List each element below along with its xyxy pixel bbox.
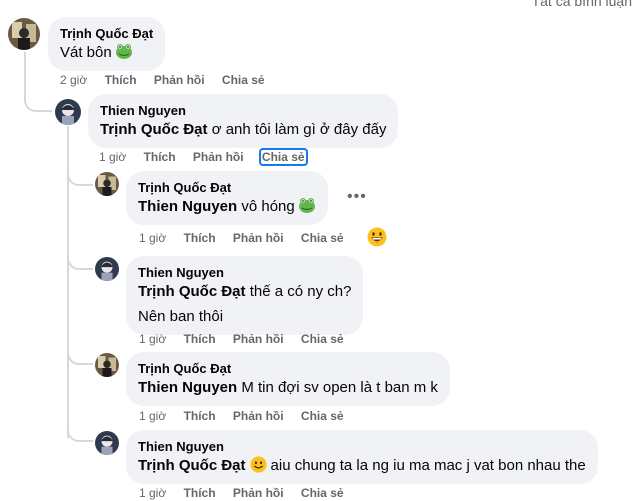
reply-button[interactable]: Phản hồi <box>233 231 284 245</box>
share-button[interactable]: Chia sẻ <box>301 231 344 245</box>
comment-timestamp: 1 giờ <box>139 409 167 423</box>
comment-text: Thien Nguyen M tin đợi sv open là t ban … <box>138 379 438 396</box>
comment-text-line-2: Nên ban thôi <box>138 308 224 325</box>
avatar-trinh-quoc-dat[interactable] <box>95 172 119 196</box>
comment-text: Trịnh Quốc Đạt ơ anh tôi làm gì ở đây đấ… <box>100 121 387 138</box>
like-button[interactable]: Thích <box>144 150 176 164</box>
comment-text: Trịnh Quốc Đạt aiu chung ta la ng iu ma m… <box>138 456 586 474</box>
share-button[interactable]: Chia sẻ <box>301 332 344 346</box>
comment-text: Trịnh Quốc Đạt thế a có ny ch? <box>138 283 352 300</box>
avatar-thien-nguyen[interactable] <box>95 431 119 455</box>
frog-emoji <box>298 196 316 214</box>
mention-link[interactable]: Trịnh Quốc Đạt <box>100 121 208 138</box>
comment-author[interactable]: Thien Nguyen <box>138 438 586 455</box>
share-button[interactable]: Chia sẻ <box>301 486 344 500</box>
share-button[interactable]: Chia sẻ <box>222 73 265 87</box>
comment-author[interactable]: Thien Nguyen <box>138 264 351 281</box>
avatar-trinh-quoc-dat[interactable] <box>8 18 40 50</box>
thread-connector <box>67 422 93 442</box>
like-button[interactable]: Thích <box>184 486 216 500</box>
like-button[interactable]: Thích <box>105 73 137 87</box>
comment-actions: 2 giờ Thích Phản hồi Chia sẻ <box>60 73 279 87</box>
thread-connector <box>67 250 93 270</box>
reply-button[interactable]: Phản hồi <box>154 73 205 87</box>
comment-bubble: Thien Nguyen Trịnh Quốc Đạt thế a có ny … <box>126 256 364 335</box>
avatar-thien-nguyen[interactable] <box>95 257 119 281</box>
comment-timestamp: 1 giờ <box>139 332 167 346</box>
mention-link[interactable]: Thien Nguyen <box>138 198 237 215</box>
comment-timestamp: 2 giờ <box>60 73 88 87</box>
thread-connector <box>24 90 52 112</box>
comment-text: Vát bôn <box>60 42 153 63</box>
comment-bubble: Trịnh Quốc Đạt Thien Nguyen vô hóng <box>126 171 328 225</box>
comment-timestamp: 1 giờ <box>99 150 127 164</box>
reply-button[interactable]: Phản hồi <box>193 150 244 164</box>
comment-bubble: Thien Nguyen Trịnh Quốc Đạt aiu chung ta … <box>126 430 598 484</box>
reply-button[interactable]: Phản hồi <box>233 486 284 500</box>
like-button[interactable]: Thích <box>184 332 216 346</box>
share-button[interactable]: Chia sẻ <box>301 409 344 423</box>
more-options-icon[interactable]: ••• <box>347 188 367 206</box>
mention-link[interactable]: Thien Nguyen <box>138 379 237 396</box>
comment-filter-label[interactable]: Tất cả bình luận <box>532 0 632 9</box>
comment-bubble: Trịnh Quốc Đạt Vát bôn <box>48 17 166 71</box>
slightly-smiling-face-emoji <box>249 456 267 473</box>
like-button[interactable]: Thích <box>184 231 216 245</box>
comment-author[interactable]: Trịnh Quốc Đạt <box>138 179 316 196</box>
comment-actions: 1 giờ Thích Phản hồi Chia sẻ <box>139 486 358 500</box>
comment-timestamp: 1 giờ <box>139 231 167 245</box>
comment-text: Thien Nguyen vô hóng <box>138 196 316 217</box>
like-button[interactable]: Thích <box>184 409 216 423</box>
reply-button[interactable]: Phản hồi <box>233 332 284 346</box>
avatar-thien-nguyen[interactable] <box>55 99 81 125</box>
mention-link[interactable]: Trịnh Quốc Đạt <box>138 283 246 300</box>
reply-button[interactable]: Phản hồi <box>233 409 284 423</box>
comment-bubble: Thien Nguyen Trịnh Quốc Đạt ơ anh tôi là… <box>88 94 399 148</box>
frog-emoji <box>115 42 133 60</box>
comment-actions: 1 giờ Thích Phản hồi Chia sẻ <box>139 231 358 245</box>
grinning-face-emoji[interactable] <box>367 227 387 247</box>
comment-actions: 1 giờ Thích Phản hồi Chia sẻ <box>139 409 358 423</box>
share-button[interactable]: Chia sẻ <box>258 148 308 166</box>
thread-connector <box>67 345 93 365</box>
comment-author[interactable]: Thien Nguyen <box>100 102 386 119</box>
comment-actions: 1 giờ Thích Phản hồi Chia sẻ <box>99 148 320 166</box>
comment-author[interactable]: Trịnh Quốc Đạt <box>60 25 153 42</box>
comment-author[interactable]: Trịnh Quốc Đạt <box>138 360 438 377</box>
comment-bubble: Trịnh Quốc Đạt Thien Nguyen M tin đợi sv… <box>126 352 450 406</box>
thread-connector <box>67 168 93 186</box>
mention-link[interactable]: Trịnh Quốc Đạt <box>138 457 246 474</box>
comment-timestamp: 1 giờ <box>139 486 167 500</box>
comment-actions: 1 giờ Thích Phản hồi Chia sẻ <box>139 332 358 346</box>
avatar-trinh-quoc-dat[interactable] <box>95 353 119 377</box>
